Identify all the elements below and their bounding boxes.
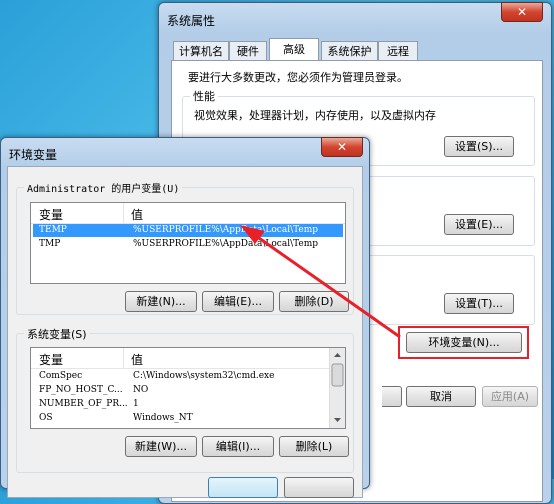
close-icon: ✕ xyxy=(336,140,348,154)
column-separator[interactable] xyxy=(123,348,124,368)
environment-variables-dialog: 环境变量 ✕ Administrator 的用户变量(U) 变量 值 TEMP … xyxy=(0,137,370,498)
system-var-row[interactable]: NUMBER_OF_PR... 1 xyxy=(33,398,328,411)
tab-advanced[interactable]: 高级 xyxy=(269,38,319,60)
scroll-arrows-icon xyxy=(331,353,344,422)
environment-variables-button[interactable]: 环境变量(N)... xyxy=(406,332,522,353)
user-edit-button[interactable]: 编辑(E)... xyxy=(202,291,274,312)
system-edit-button[interactable]: 编辑(I)... xyxy=(202,436,274,457)
user-new-button[interactable]: 新建(N)... xyxy=(125,291,197,312)
var-name: OS xyxy=(39,413,53,423)
column-variable[interactable]: 变量 xyxy=(39,351,63,368)
system-variables-list[interactable]: 变量 值 ComSpec C:\Windows\system32\cmd.exe… xyxy=(30,347,346,429)
admin-notice: 要进行大多数更改，您必须作为管理员登录。 xyxy=(188,71,408,84)
column-variable[interactable]: 变量 xyxy=(39,206,63,223)
user-list-header: 变量 值 xyxy=(31,203,345,224)
system-var-row[interactable]: OS Windows_NT xyxy=(33,412,328,425)
var-name: ComSpec xyxy=(39,371,83,381)
ok-button-partial[interactable] xyxy=(382,386,402,407)
system-delete-button[interactable]: 删除(L) xyxy=(279,436,349,457)
performance-label: 性能 xyxy=(190,88,218,104)
startup-recovery-settings-button[interactable]: 设置(T)... xyxy=(444,293,514,314)
env-dialog-close-button[interactable]: ✕ xyxy=(321,137,363,157)
tab-hardware[interactable]: 硬件 xyxy=(229,41,267,60)
var-value: 1 xyxy=(133,399,139,409)
tab-remote[interactable]: 远程 xyxy=(378,41,418,60)
user-var-row-temp[interactable]: TEMP %USERPROFILE%\AppData\Local\Temp xyxy=(33,224,343,237)
performance-settings-button[interactable]: 设置(S)... xyxy=(444,136,514,157)
cancel-button[interactable]: 取消 xyxy=(406,386,476,407)
performance-description: 视觉效果，处理器计划，内存使用，以及虚拟内存 xyxy=(194,109,436,122)
var-name: NUMBER_OF_PR... xyxy=(39,399,128,409)
ok-button-partial-bottom[interactable] xyxy=(208,477,278,498)
system-list-scrollbar[interactable] xyxy=(329,348,345,428)
system-var-row[interactable]: ComSpec C:\Windows\system32\cmd.exe xyxy=(33,370,328,383)
system-new-button[interactable]: 新建(W)... xyxy=(125,436,197,457)
close-icon: ✕ xyxy=(516,5,528,19)
user-variables-label: Administrator 的用户变量(U) xyxy=(24,180,183,195)
system-variables-label: 系统变量(S) xyxy=(24,326,90,342)
var-value: %USERPROFILE%\AppData\Local\Temp xyxy=(133,225,319,235)
system-var-row[interactable]: FP_NO_HOST_C... NO xyxy=(33,384,328,397)
apply-button[interactable]: 应用(A) xyxy=(482,386,538,407)
system-properties-close-button[interactable]: ✕ xyxy=(501,2,543,22)
user-var-row-tmp[interactable]: TMP %USERPROFILE%\AppData\Local\Temp xyxy=(33,238,343,251)
column-value[interactable]: 值 xyxy=(131,206,143,223)
var-name: FP_NO_HOST_C... xyxy=(39,385,123,395)
var-value: %USERPROFILE%\AppData\Local\Temp xyxy=(133,239,319,249)
cancel-button-partial-bottom[interactable] xyxy=(284,477,354,498)
var-name: TMP xyxy=(39,239,61,249)
tab-computer-name[interactable]: 计算机名 xyxy=(173,41,229,60)
user-delete-button[interactable]: 删除(D) xyxy=(279,291,349,312)
env-dialog-body: Administrator 的用户变量(U) 变量 值 TEMP %USERPR… xyxy=(7,166,363,498)
user-variables-list[interactable]: 变量 值 TEMP %USERPROFILE%\AppData\Local\Te… xyxy=(30,202,346,284)
var-value: C:\Windows\system32\cmd.exe xyxy=(133,371,275,381)
var-name: TEMP xyxy=(39,225,67,235)
var-value: NO xyxy=(133,385,149,395)
tab-system-protection[interactable]: 系统保护 xyxy=(321,41,378,60)
env-dialog-title: 环境变量 xyxy=(9,148,58,162)
user-profiles-settings-button[interactable]: 设置(E)... xyxy=(444,214,514,235)
system-list-header: 变量 值 xyxy=(31,348,330,369)
column-separator[interactable] xyxy=(123,203,124,223)
system-properties-title: 系统属性 xyxy=(167,14,216,28)
column-value[interactable]: 值 xyxy=(131,351,143,368)
var-value: Windows_NT xyxy=(133,413,193,423)
tab-strip: 计算机名 硬件 高级 系统保护 远程 xyxy=(173,38,443,61)
